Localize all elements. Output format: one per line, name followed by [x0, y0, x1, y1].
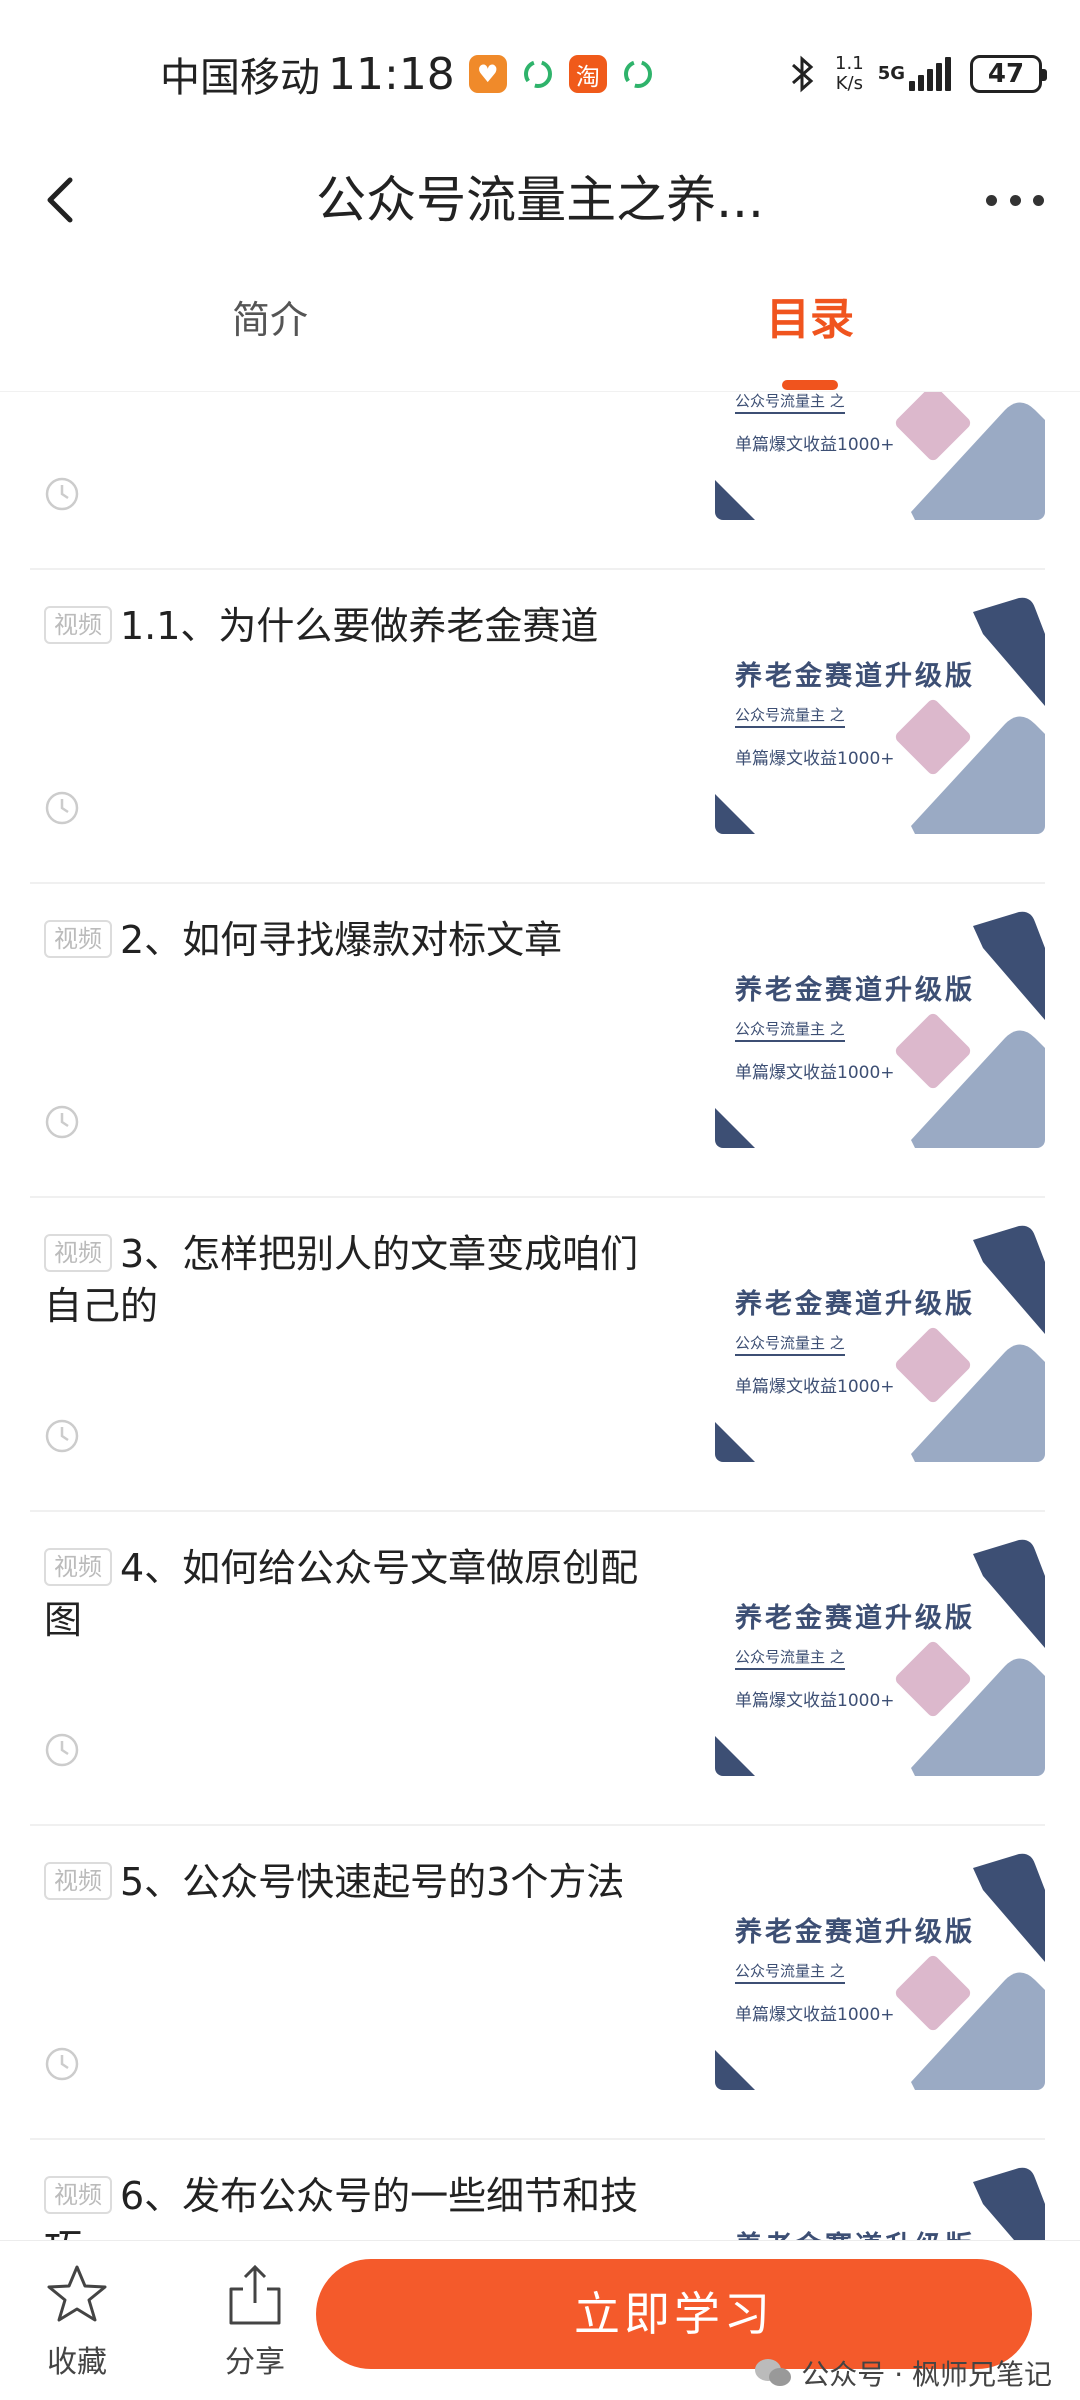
- thumbnail-subtitle: 公众号流量主 之: [735, 1646, 845, 1670]
- lesson-item[interactable]: 视频6、发布公众号的一些细节和技巧养老金赛道升级版公众号流量主 之单篇爆文收益1…: [30, 2140, 1045, 2240]
- thumbnail-subtitle: 公众号流量主 之: [735, 1018, 845, 1042]
- more-options-icon[interactable]: [980, 180, 1050, 220]
- thumbnail-title: 养老金赛道升级版: [735, 1289, 975, 1320]
- tab-catalog[interactable]: 目录: [710, 290, 910, 350]
- green-swirl-icon: [523, 60, 552, 88]
- lesson-title: 6、发布公众号的一些细节和技巧: [44, 2174, 639, 2240]
- favorite-button[interactable]: 收藏: [22, 2261, 132, 2381]
- health-app-icon: ♥: [468, 55, 507, 93]
- status-time: 11:18: [328, 48, 455, 100]
- nav-header: 公众号流量主之养...: [0, 150, 1080, 250]
- battery-level: 47: [987, 59, 1025, 89]
- favorite-label: 收藏: [47, 2345, 107, 2380]
- lesson-thumbnail: 养老金赛道升级版公众号流量主 之单篇爆文收益1000+: [715, 594, 1045, 834]
- lesson-thumbnail: 养老金赛道升级版公众号流量主 之单篇爆文收益1000+: [715, 2164, 1045, 2240]
- lesson-title: 5、公众号快速起号的3个方法: [120, 1860, 625, 1904]
- status-bar: 中国移动 11:18 ♥ 淘 1.1 K/s 5G 47: [0, 0, 1080, 150]
- thumbnail-tagline: 单篇爆文收益1000+: [735, 2005, 895, 2025]
- video-tag: 视频: [44, 1548, 112, 1586]
- lesson-item[interactable]: 视频 1.1、为什么要做养老金赛道 养老金赛道升级版 公众号流量主 之单篇爆文收益10…: [30, 570, 1045, 884]
- share-icon: [229, 2264, 281, 2325]
- network-type: 5G: [877, 63, 905, 84]
- thumbnail-tagline: 单篇爆文收益1000+: [735, 435, 895, 455]
- star-icon: [47, 2265, 107, 2322]
- lesson-thumbnail: 养老金赛道升级版公众号流量主 之单篇爆文收益1000+: [715, 908, 1045, 1148]
- page-title: 公众号流量主之养...: [316, 171, 764, 229]
- lesson-title: 2、如何寻找爆款对标文章: [120, 918, 563, 962]
- share-label: 分享: [225, 2345, 285, 2380]
- status-right: 1.1 K/s 5G 47: [789, 44, 1047, 104]
- lesson-item[interactable]: 视频 4、如何给公众号文章做原创配图养老金赛道升级版公众号流量主 之单篇爆文收益1…: [30, 1512, 1045, 1826]
- speed-value: 1.1: [835, 53, 864, 74]
- video-tag: 视频: [44, 2176, 112, 2214]
- network-speed: 1.1 K/s: [835, 54, 864, 94]
- lesson-item[interactable]: 养老金赛道升级版公众号流量主 之单篇爆文收益1000+: [30, 392, 1045, 570]
- thumbnail-title: 养老金赛道升级版: [735, 2224, 975, 2240]
- lesson-thumbnail: 养老金赛道升级版公众号流量主 之单篇爆文收益1000+: [715, 392, 1045, 520]
- video-tag: 视频: [44, 1862, 112, 1900]
- thumbnail-tagline: 单篇爆文收益1000+: [735, 1063, 895, 1083]
- thumbnail-title: 养老金赛道升级版: [735, 1917, 975, 1948]
- lesson-item[interactable]: 视频 3、怎样把别人的文章变成咱们自己的养老金赛道升级版公众号流量主 之单篇爆文收…: [30, 1198, 1045, 1512]
- video-tag: 视频: [44, 1234, 112, 1272]
- lesson-thumbnail: 养老金赛道升级版公众号流量主 之单篇爆文收益1000+: [715, 1222, 1045, 1462]
- lesson-text: 视频 2、如何寻找爆款对标文章: [44, 914, 664, 966]
- share-button[interactable]: 分享: [200, 2261, 310, 2381]
- thumbnail-tagline: 单篇爆文收益1000+: [735, 749, 895, 769]
- lesson-item[interactable]: 视频 2、如何寻找爆款对标文章 养老金赛道升级版 公众号流量主 之单篇爆文收益1000…: [30, 884, 1045, 1198]
- clock-icon: [45, 1733, 79, 1767]
- thumbnail-tagline: 单篇爆文收益1000+: [735, 1691, 895, 1711]
- clock-icon: [45, 477, 79, 511]
- lesson-item[interactable]: 视频 5、公众号快速起号的3个方法 养老金赛道升级版 公众号流量主 之单篇爆文收益10…: [30, 1826, 1045, 2140]
- lesson-text: 视频6、发布公众号的一些细节和技巧: [44, 2170, 664, 2240]
- thumbnail-title: 养老金赛道升级版: [735, 661, 975, 692]
- thumbnail-title: 养老金赛道升级版: [735, 975, 975, 1006]
- thumbnail-subtitle: 公众号流量主 之: [735, 392, 845, 414]
- carrier-label: 中国移动: [160, 55, 320, 101]
- lesson-text: 视频 5、公众号快速起号的3个方法: [44, 1856, 664, 1908]
- thumbnail-tagline: 单篇爆文收益1000+: [735, 1377, 895, 1397]
- status-left: 中国移动 11:18 ♥ 淘: [160, 44, 669, 104]
- tab-intro[interactable]: 简介: [170, 290, 370, 350]
- speed-unit: K/s: [835, 73, 863, 94]
- video-tag: 视频: [44, 606, 112, 644]
- clock-icon: [45, 791, 79, 825]
- thumbnail-title: 养老金赛道升级版: [735, 1603, 975, 1634]
- thumbnail-subtitle: 公众号流量主 之: [735, 1332, 845, 1356]
- thumbnail-subtitle: 公众号流量主 之: [735, 1960, 845, 1984]
- active-tab-indicator: [782, 380, 838, 390]
- bluetooth-icon: [792, 55, 814, 93]
- lesson-text: 视频 1.1、为什么要做养老金赛道: [44, 600, 664, 652]
- lesson-title: 1.1、为什么要做养老金赛道: [120, 604, 599, 648]
- clock-icon: [45, 2047, 79, 2081]
- lesson-list[interactable]: 养老金赛道升级版公众号流量主 之单篇爆文收益1000+视频1.1、为什么要做养老…: [0, 392, 1080, 2240]
- back-icon[interactable]: [30, 168, 94, 232]
- video-tag: 视频: [44, 920, 112, 958]
- tab-bar: 简介 目录: [0, 260, 1080, 392]
- clock-icon: [45, 1419, 79, 1453]
- battery-icon: 47: [970, 55, 1047, 93]
- green-swirl-icon: [623, 60, 652, 88]
- lesson-thumbnail: 养老金赛道升级版公众号流量主 之单篇爆文收益1000+: [715, 1850, 1045, 2090]
- thumbnail-subtitle: 公众号流量主 之: [735, 704, 845, 728]
- lesson-title: 3、怎样把别人的文章变成咱们自己的: [44, 1232, 639, 1328]
- watermark-text: 公众号 · 枫师兄笔记: [801, 2358, 1052, 2391]
- signal-icon: [909, 57, 954, 91]
- lesson-thumbnail: 养老金赛道升级版公众号流量主 之单篇爆文收益1000+: [715, 1536, 1045, 1776]
- lesson-title: 4、如何给公众号文章做原创配图: [44, 1546, 639, 1642]
- lesson-text: 视频 3、怎样把别人的文章变成咱们自己的: [44, 1228, 664, 1332]
- taobao-app-icon: 淘: [568, 55, 607, 93]
- lesson-text: 视频 4、如何给公众号文章做原创配图: [44, 1542, 664, 1646]
- bottom-bar: 收藏 分享 立即学习 公众号 · 枫师兄笔记: [0, 2240, 1080, 2400]
- wechat-icon: [755, 2359, 792, 2386]
- watermark: 公众号 · 枫师兄笔记: [753, 2351, 1052, 2395]
- clock-icon: [45, 1105, 79, 1139]
